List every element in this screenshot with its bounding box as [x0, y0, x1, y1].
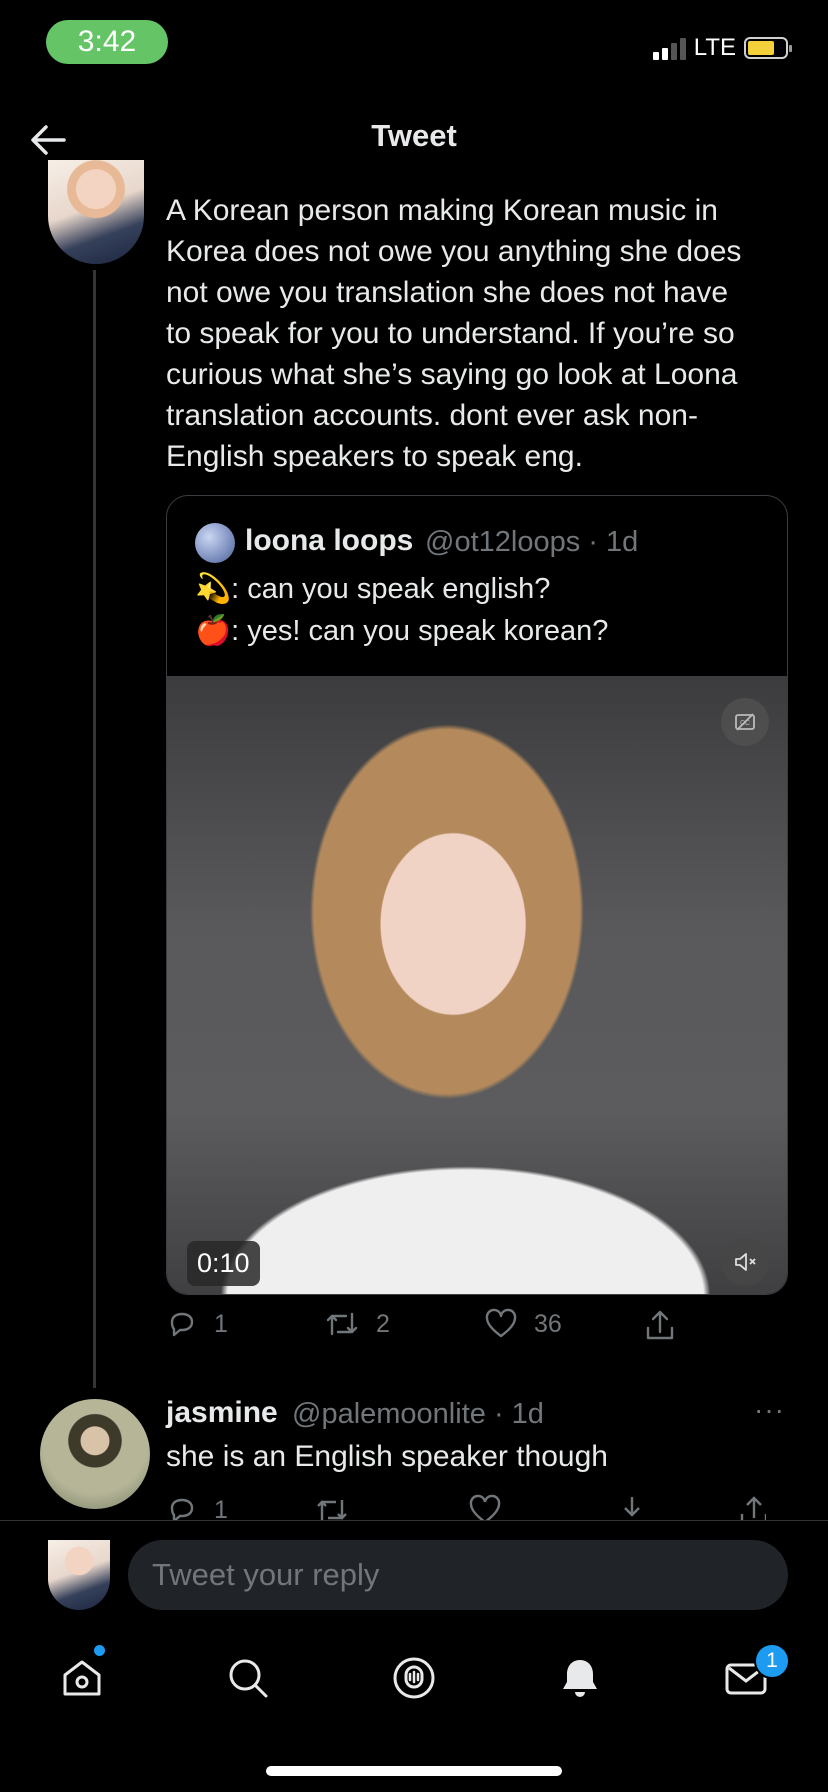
share-button[interactable] [644, 1308, 676, 1342]
reply-like-button[interactable] [468, 1494, 502, 1520]
captions-icon[interactable]: CC [721, 698, 769, 746]
share-icon [646, 1310, 674, 1340]
retweet-count: 2 [376, 1309, 390, 1338]
current-user-avatar [48, 1540, 110, 1610]
status-indicators: LTE [652, 34, 792, 62]
search-icon [229, 1659, 268, 1698]
tweet-text: A Korean person making Korean music in K… [166, 194, 742, 473]
quoted-tweet-card[interactable]: loona loops @ot12loops · 1d 💫: can you s… [166, 495, 788, 1295]
home-unread-dot [94, 1645, 105, 1656]
status-time: 3:42 [46, 20, 168, 64]
quoted-author-name[interactable]: loona loops [245, 524, 413, 558]
quoted-text-line-1: 💫: can you speak english? [195, 573, 551, 605]
battery-icon [744, 37, 792, 59]
network-label: LTE [693, 34, 736, 61]
reply-retweet-button[interactable] [314, 1494, 350, 1520]
reply-reply-button[interactable]: 1 [166, 1494, 228, 1520]
spaces-tab[interactable] [388, 1652, 440, 1704]
share-icon [740, 1496, 766, 1520]
home-tab[interactable] [56, 1652, 108, 1704]
more-options-icon[interactable]: ··· [754, 1394, 785, 1426]
reply-text: she is an English speaker though [166, 1440, 608, 1473]
reply-author-name[interactable]: jasmine [166, 1396, 278, 1430]
signal-icon [652, 36, 686, 60]
home-indicator [266, 1766, 562, 1776]
quoted-author-handle: @ot12loops · 1d [425, 526, 639, 558]
messages-badge: 1 [754, 1643, 790, 1679]
page-title: Tweet [371, 118, 457, 153]
reply-button[interactable]: 1 [166, 1308, 228, 1340]
reply-actions: 1 [166, 1494, 766, 1520]
reply-icon [170, 1498, 194, 1520]
retweet-icon [317, 1500, 347, 1520]
reply-download-button[interactable] [616, 1494, 648, 1520]
author-avatar[interactable] [48, 160, 144, 264]
reply-author-handle: @palemoonlite · 1d [292, 1398, 544, 1430]
search-tab[interactable] [222, 1652, 274, 1704]
reply-reply-count: 1 [214, 1495, 228, 1521]
quoted-text-line-2: 🍎: yes! can you speak korean? [195, 615, 609, 647]
svg-text:CC: CC [740, 720, 750, 727]
download-icon [624, 1497, 640, 1517]
like-button[interactable]: 36 [484, 1308, 562, 1340]
heart-icon [485, 1308, 517, 1338]
like-count: 36 [534, 1309, 562, 1338]
retweet-icon [326, 1312, 358, 1336]
reply-icon [170, 1312, 194, 1337]
spaces-icon [393, 1657, 435, 1699]
thread-line [93, 270, 96, 1388]
reply-share-button[interactable] [738, 1494, 766, 1520]
heart-icon [469, 1494, 501, 1520]
notifications-tab[interactable] [554, 1652, 606, 1704]
home-icon [63, 1660, 101, 1696]
video-player[interactable]: CC 0:10 [167, 676, 787, 1294]
mute-icon[interactable] [721, 1238, 769, 1286]
tweet-actions: 1 2 36 [166, 1308, 706, 1348]
video-duration: 0:10 [187, 1241, 260, 1286]
quoted-avatar[interactable] [195, 523, 235, 563]
bell-icon [563, 1660, 597, 1697]
reply-author-avatar[interactable] [40, 1399, 150, 1509]
retweet-button[interactable]: 2 [324, 1308, 390, 1340]
reply-count: 1 [214, 1309, 228, 1338]
reply-input[interactable] [128, 1540, 788, 1610]
